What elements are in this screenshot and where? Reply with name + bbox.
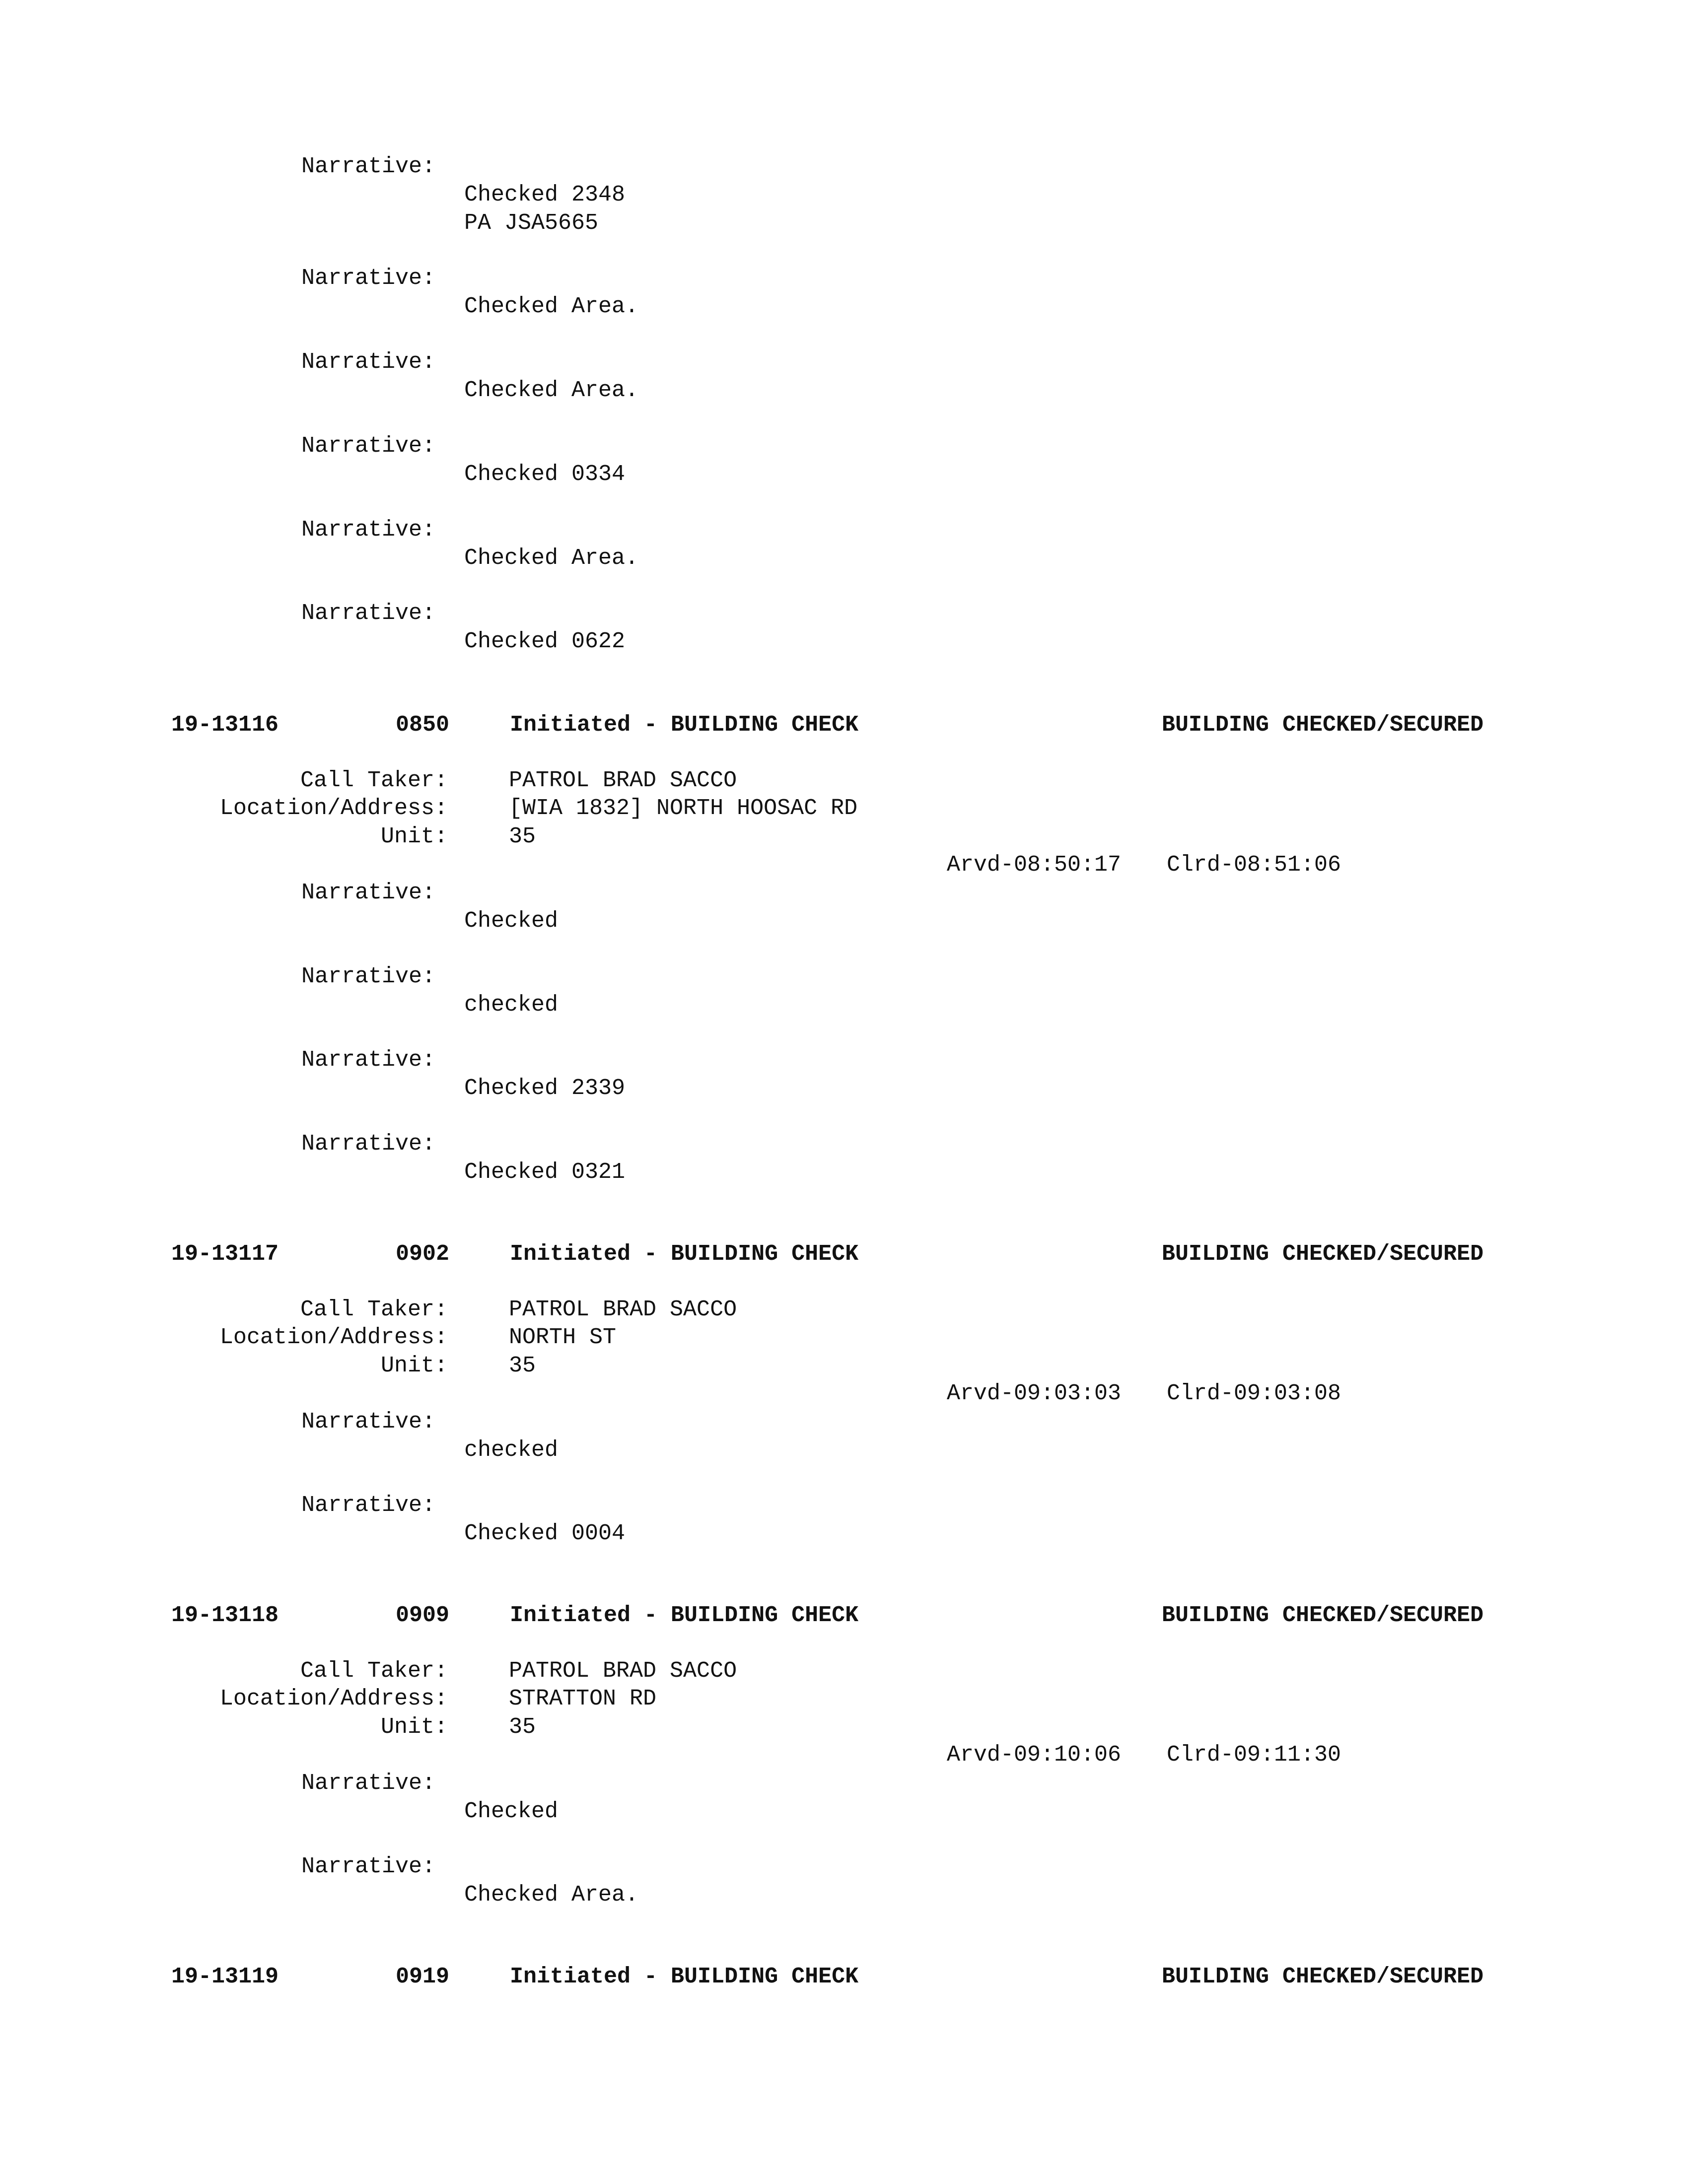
narrative-label: Narrative: (301, 601, 436, 626)
narrative-label: Narrative: (301, 433, 436, 459)
location-value: STRATTON RD (509, 1686, 657, 1711)
narrative-label: Narrative: (301, 1047, 436, 1073)
unit-value: 35 (509, 1714, 536, 1740)
narrative-text: Checked 0321 (464, 1160, 626, 1185)
call-disposition: BUILDING CHECKED/SECURED (1162, 1603, 1484, 1628)
narrative-label: Narrative: (301, 266, 436, 291)
narrative-text: Checked 0622 (464, 629, 626, 654)
narrative-text: Checked Area. (464, 1882, 639, 1908)
call-number: 19-13117 (171, 1241, 279, 1267)
narrative-label: Narrative: (301, 1854, 436, 1879)
call-taker-value: PATROL BRAD SACCO (509, 1297, 737, 1322)
call-disposition: BUILDING CHECKED/SECURED (1162, 1964, 1484, 1989)
location-label: Location/Address: (219, 1686, 448, 1711)
call-time: 0850 (396, 712, 450, 738)
narrative-text: Checked 2348 (464, 182, 626, 207)
narrative-label: Narrative: (301, 1771, 436, 1796)
narrative-label: Narrative: (301, 880, 436, 905)
narrative-text: Checked (464, 908, 559, 934)
call-number: 19-13118 (171, 1603, 279, 1628)
location-label: Location/Address: (219, 796, 448, 821)
narrative-text: checked (464, 992, 559, 1018)
call-taker-value: PATROL BRAD SACCO (509, 768, 737, 793)
call-type: Initiated - BUILDING CHECK (510, 712, 859, 738)
location-label: Location/Address: (219, 1325, 448, 1350)
narrative-label: Narrative: (301, 1409, 436, 1434)
call-time: 0919 (396, 1964, 450, 1989)
call-taker-value: PATROL BRAD SACCO (509, 1658, 737, 1684)
call-type: Initiated - BUILDING CHECK (510, 1241, 859, 1267)
arrived-time: Arvd-09:03:03 (947, 1381, 1122, 1406)
narrative-text: Checked Area. (464, 546, 639, 571)
unit-value: 35 (509, 1353, 536, 1378)
narrative-text: Checked Area. (464, 294, 639, 319)
narrative-label: Narrative: (301, 964, 436, 989)
call-taker-label: Call Taker: (300, 1297, 448, 1322)
unit-value: 35 (509, 824, 536, 849)
call-time: 0909 (396, 1603, 450, 1628)
location-value: [WIA 1832] NORTH HOOSAC RD (509, 796, 858, 821)
narrative-label: Narrative: (301, 154, 436, 179)
narrative-label: Narrative: (301, 1493, 436, 1518)
call-disposition: BUILDING CHECKED/SECURED (1162, 1241, 1484, 1267)
narrative-text: Checked Area. (464, 378, 639, 403)
unit-label: Unit: (380, 824, 448, 849)
arrived-time: Arvd-09:10:06 (947, 1742, 1122, 1768)
cleared-time: Clrd-09:03:08 (1167, 1381, 1341, 1406)
location-value: NORTH ST (509, 1325, 617, 1350)
narrative-text: Checked 0004 (464, 1521, 626, 1546)
narrative-label: Narrative: (301, 517, 436, 543)
call-type: Initiated - BUILDING CHECK (510, 1603, 859, 1628)
arrived-time: Arvd-08:50:17 (947, 852, 1122, 878)
call-time: 0902 (396, 1241, 450, 1267)
narrative-text: Checked (464, 1799, 559, 1824)
unit-label: Unit: (380, 1714, 448, 1740)
narrative-text: checked (464, 1437, 559, 1463)
cleared-time: Clrd-08:51:06 (1167, 852, 1341, 878)
call-taker-label: Call Taker: (300, 768, 448, 793)
narrative-label: Narrative: (301, 1131, 436, 1157)
call-taker-label: Call Taker: (300, 1658, 448, 1684)
narrative-label: Narrative: (301, 349, 436, 375)
call-number: 19-13119 (171, 1964, 279, 1989)
unit-label: Unit: (380, 1353, 448, 1378)
narrative-text: PA JSA5665 (464, 210, 599, 236)
cleared-time: Clrd-09:11:30 (1167, 1742, 1341, 1768)
call-type: Initiated - BUILDING CHECK (510, 1964, 859, 1989)
call-disposition: BUILDING CHECKED/SECURED (1162, 712, 1484, 738)
narrative-text: Checked 0334 (464, 462, 626, 487)
call-number: 19-13116 (171, 712, 279, 738)
narrative-text: Checked 2339 (464, 1076, 626, 1101)
